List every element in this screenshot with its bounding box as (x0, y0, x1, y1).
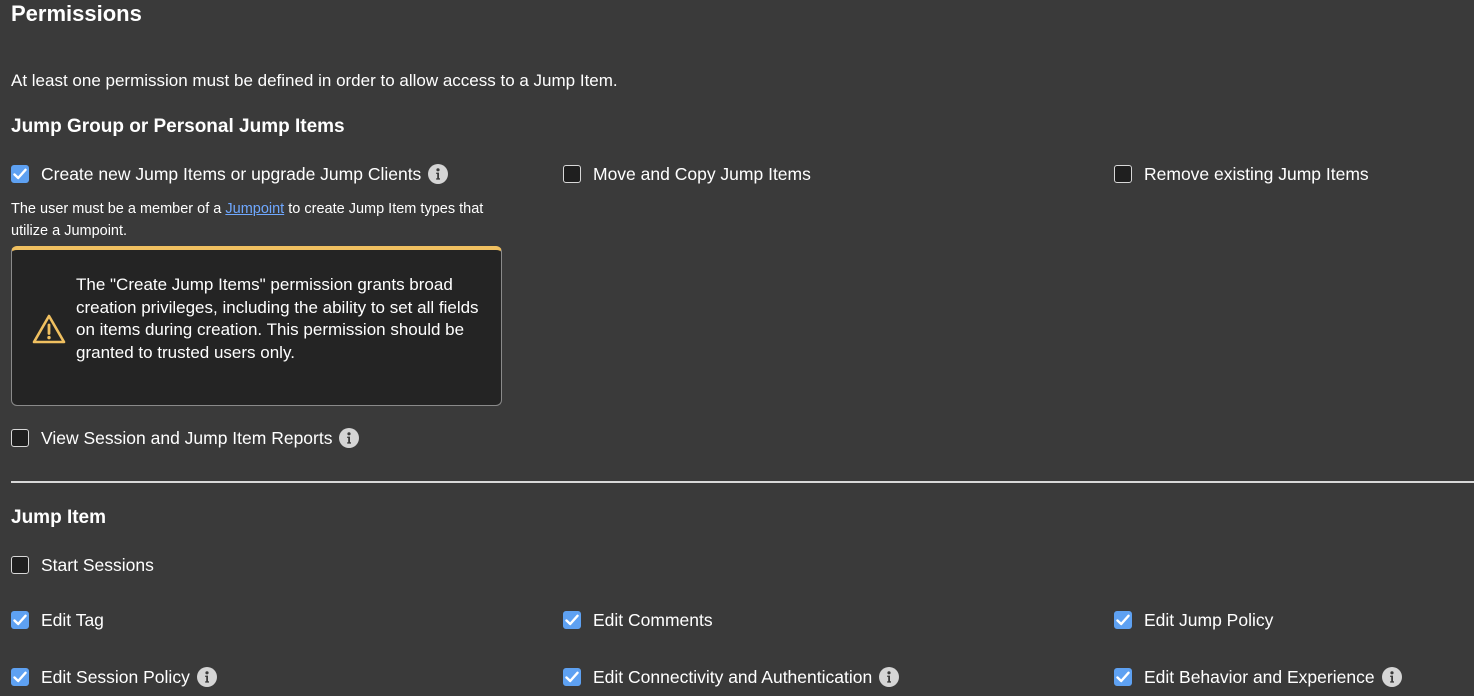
intro-text: At least one permission must be defined … (11, 71, 618, 90)
info-icon[interactable] (428, 164, 449, 184)
create-jump-items-checkbox-row[interactable]: Create new Jump Items or upgrade Jump Cl… (11, 162, 449, 186)
warning-icon (31, 313, 67, 350)
move-copy-label: Move and Copy Jump Items (593, 164, 811, 184)
edit-jump-policy-checkbox[interactable] (1114, 611, 1132, 629)
edit-tag-checkbox[interactable] (11, 611, 29, 629)
edit-behavior-checkbox[interactable] (1114, 668, 1132, 686)
edit-connectivity-checkbox-row[interactable]: Edit Connectivity and Authentication (563, 665, 900, 689)
jumpoint-note: The user must be a member of a Jumpoint … (11, 198, 511, 242)
remove-items-label: Remove existing Jump Items (1144, 164, 1369, 184)
move-copy-checkbox-row[interactable]: Move and Copy Jump Items (563, 162, 811, 186)
info-icon[interactable] (339, 428, 360, 448)
move-copy-checkbox[interactable] (563, 165, 581, 183)
jumpoint-link[interactable]: Jumpoint (225, 201, 284, 217)
view-reports-checkbox-row[interactable]: View Session and Jump Item Reports (11, 426, 360, 450)
warning-text: The "Create Jump Items" permission grant… (76, 275, 479, 362)
start-sessions-checkbox[interactable] (11, 556, 29, 574)
view-reports-label: View Session and Jump Item Reports (41, 428, 333, 448)
edit-comments-label: Edit Comments (593, 610, 713, 630)
edit-behavior-label: Edit Behavior and Experience (1144, 667, 1375, 687)
permissions-page: Permissions At least one permission must… (0, 0, 1474, 696)
start-sessions-label: Start Sessions (41, 555, 154, 575)
edit-jump-policy-checkbox-row[interactable]: Edit Jump Policy (1114, 608, 1273, 632)
warning-callout: The "Create Jump Items" permission grant… (11, 246, 502, 406)
view-reports-checkbox[interactable] (11, 429, 29, 447)
page-title: Permissions (11, 1, 142, 26)
edit-session-policy-label: Edit Session Policy (41, 667, 190, 687)
section-heading-jump-group: Jump Group or Personal Jump Items (11, 116, 345, 137)
edit-comments-checkbox[interactable] (563, 611, 581, 629)
edit-tag-label: Edit Tag (41, 610, 104, 630)
edit-behavior-checkbox-row[interactable]: Edit Behavior and Experience (1114, 665, 1402, 689)
edit-connectivity-checkbox[interactable] (563, 668, 581, 686)
info-icon[interactable] (196, 667, 217, 687)
start-sessions-checkbox-row[interactable]: Start Sessions (11, 553, 154, 577)
edit-connectivity-label: Edit Connectivity and Authentication (593, 667, 873, 687)
info-icon[interactable] (1381, 667, 1402, 687)
note-prefix: The user must be a member of a (11, 201, 226, 217)
edit-jump-policy-label: Edit Jump Policy (1144, 610, 1274, 630)
edit-session-policy-checkbox[interactable] (11, 668, 29, 686)
create-jump-items-checkbox[interactable] (11, 165, 29, 183)
remove-items-checkbox[interactable] (1114, 165, 1132, 183)
info-icon[interactable] (879, 667, 900, 687)
edit-tag-checkbox-row[interactable]: Edit Tag (11, 608, 104, 632)
remove-items-checkbox-row[interactable]: Remove existing Jump Items (1114, 162, 1369, 186)
create-jump-items-label: Create new Jump Items or upgrade Jump Cl… (41, 164, 422, 184)
edit-session-policy-checkbox-row[interactable]: Edit Session Policy (11, 665, 217, 689)
section-divider (11, 481, 1474, 483)
edit-comments-checkbox-row[interactable]: Edit Comments (563, 608, 713, 632)
section-heading-jump-item: Jump Item (11, 507, 107, 528)
